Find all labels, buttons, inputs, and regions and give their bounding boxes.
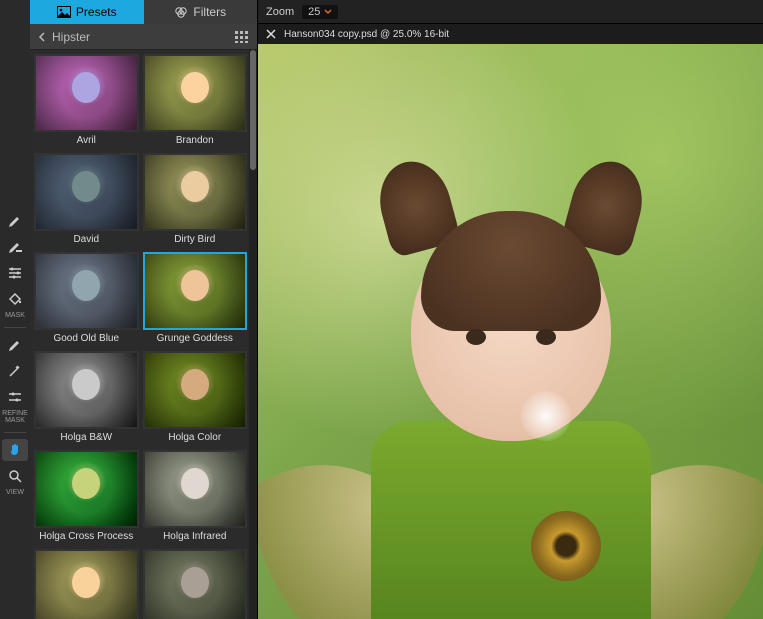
brush-minus-icon [7, 239, 23, 255]
document-title: Hanson034 copy.psd @ 25.0% 16-bit [284, 29, 449, 40]
preset-item[interactable]: David [34, 153, 139, 248]
preset-thumb [143, 351, 248, 429]
preset-thumb [143, 450, 248, 528]
preset-label: David [73, 234, 99, 248]
preset-thumb [143, 252, 248, 330]
preset-label: Avril [77, 135, 96, 149]
close-icon[interactable] [266, 29, 276, 39]
preset-item[interactable]: Avril [34, 54, 139, 149]
preview-image [258, 44, 763, 619]
preset-item[interactable]: Holga Color [143, 351, 248, 446]
mask-label: MASK [5, 312, 25, 319]
preset-thumb [34, 252, 139, 330]
refine-brush-tool[interactable] [2, 334, 28, 356]
preset-label: Good Old Blue [53, 333, 119, 347]
preset-label: Holga B&W [60, 432, 112, 446]
preset-thumb [34, 549, 139, 619]
canvas[interactable] [258, 44, 763, 619]
document-bar: Hanson034 copy.psd @ 25.0% 16-bit [258, 24, 763, 44]
sliders-tool[interactable] [2, 262, 28, 284]
preset-thumb [143, 153, 248, 231]
scrollbar-thumb[interactable] [250, 50, 256, 170]
separator [4, 432, 26, 433]
refine-brush-icon [7, 337, 23, 353]
preset-thumb [34, 54, 139, 132]
zoom-dropdown[interactable]: 25 [302, 5, 338, 19]
refine-sliders-tool[interactable] [2, 386, 28, 408]
preset-thumb [34, 153, 139, 231]
preset-item[interactable]: Holga Infrared [143, 450, 248, 545]
separator [4, 327, 26, 328]
sliders-icon [7, 265, 23, 281]
tab-filters-label: Filters [193, 5, 226, 19]
preset-label: Holga Color [168, 432, 221, 446]
preset-label: Grunge Goddess [157, 333, 233, 347]
zoom-label: Zoom [266, 6, 294, 18]
presets-panel: Presets Filters Hipster Avril Brandon Davi… [30, 0, 258, 619]
chevron-left-icon [38, 32, 46, 42]
tab-presets-label: Presets [76, 5, 117, 19]
magnifier-icon [7, 468, 23, 484]
preset-label: Dirty Bird [174, 234, 215, 248]
preset-item[interactable] [143, 549, 248, 619]
preset-grid-wrap: Avril Brandon David Dirty Bird Good Old Blue… [30, 50, 257, 619]
refine-wand-tool[interactable] [2, 360, 28, 382]
preset-grid: Avril Brandon David Dirty Bird Good Old Blue… [30, 50, 257, 619]
preset-item[interactable] [34, 549, 139, 619]
brush-tool[interactable] [2, 210, 28, 232]
preset-item[interactable]: Brandon [143, 54, 248, 149]
panel-tabs: Presets Filters [30, 0, 257, 24]
bucket-tool[interactable] [2, 288, 28, 310]
sliders2-icon [7, 389, 23, 405]
preset-item[interactable]: Holga B&W [34, 351, 139, 446]
tab-presets[interactable]: Presets [30, 0, 144, 24]
hand-icon [7, 442, 23, 458]
wand-icon [7, 363, 23, 379]
tab-filters[interactable]: Filters [144, 0, 258, 24]
preset-thumb [34, 351, 139, 429]
bucket-icon [7, 291, 23, 307]
preset-item[interactable]: Grunge Goddess [143, 252, 248, 347]
pan-tool[interactable] [2, 439, 28, 461]
preset-thumb [143, 549, 248, 619]
preset-thumb [34, 450, 139, 528]
view-label: VIEW [6, 489, 24, 496]
filters-icon [174, 6, 188, 18]
brush-icon [7, 213, 23, 229]
tool-sidebar: MASK REFINE MASK VIEW [0, 0, 30, 619]
preset-item[interactable]: Good Old Blue [34, 252, 139, 347]
chevron-down-icon [324, 9, 332, 15]
preset-label: Brandon [176, 135, 214, 149]
zoom-value: 25 [308, 6, 320, 18]
refine-mask-label: REFINE MASK [2, 410, 28, 424]
viewer: Zoom 25 Hanson034 copy.psd @ 25.0% 16-bi… [258, 0, 763, 619]
preset-label: Holga Infrared [163, 531, 226, 545]
preset-thumb [143, 54, 248, 132]
grid-view-icon[interactable] [235, 31, 249, 43]
breadcrumb-category: Hipster [52, 30, 90, 44]
preset-item[interactable]: Holga Cross Process [34, 450, 139, 545]
breadcrumb[interactable]: Hipster [30, 24, 257, 50]
preset-label: Holga Cross Process [39, 531, 133, 545]
image-icon [57, 6, 71, 18]
scrollbar[interactable] [249, 50, 257, 619]
zoom-tool[interactable] [2, 465, 28, 487]
brush-minus-tool[interactable] [2, 236, 28, 258]
viewer-topbar: Zoom 25 [258, 0, 763, 24]
preset-item[interactable]: Dirty Bird [143, 153, 248, 248]
